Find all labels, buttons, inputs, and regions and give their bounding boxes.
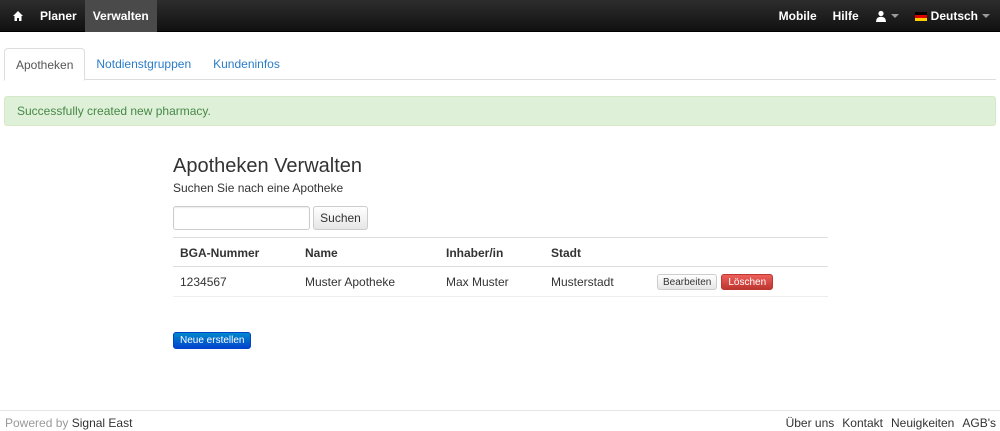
nav-left: Planer Verwalten xyxy=(0,0,157,32)
edit-button[interactable]: Bearbeiten xyxy=(657,274,718,290)
delete-button[interactable]: Löschen xyxy=(721,274,774,290)
nav-manage[interactable]: Verwalten xyxy=(84,0,157,32)
header-city: Stadt xyxy=(551,246,581,260)
page-subtitle: Suchen Sie nach eine Apotheke xyxy=(173,181,344,195)
tab-kundeninfos[interactable]: Kundeninfos xyxy=(202,48,291,80)
top-navbar: Planer Verwalten Mobile Hilfe Deutsch xyxy=(0,0,1000,32)
tab-notdienstgruppen[interactable]: Notdienstgruppen xyxy=(85,48,202,80)
footer-credit: Powered by Signal East xyxy=(5,416,132,430)
cell-name: Muster Apotheke xyxy=(305,275,396,289)
user-menu[interactable] xyxy=(867,0,907,32)
nav-mobile[interactable]: Mobile xyxy=(771,0,825,32)
powered-by-label: Powered by xyxy=(5,416,69,430)
row-actions: Bearbeiten Löschen xyxy=(657,267,774,297)
home-icon xyxy=(13,11,23,21)
home-nav[interactable] xyxy=(0,0,32,32)
header-name: Name xyxy=(305,246,338,260)
footer-link-contact[interactable]: Kontakt xyxy=(842,416,883,430)
cell-owner: Max Muster xyxy=(446,275,509,289)
tab-bar: Apotheken Notdienstgruppen Kundeninfos xyxy=(4,48,996,81)
success-alert: Successfully created new pharmacy. xyxy=(4,96,996,126)
create-new-button[interactable]: Neue erstellen xyxy=(173,332,252,349)
search-input[interactable] xyxy=(173,206,310,230)
pharmacy-table: BGA-Nummer Name Inhaber/in Stadt 1234567… xyxy=(173,237,828,297)
page-title: Apotheken Verwalten xyxy=(173,155,363,177)
footer-links: Über uns Kontakt Neuigkeiten AGB's xyxy=(786,416,996,430)
header-owner: Inhaber/in xyxy=(446,246,504,260)
german-flag-icon xyxy=(914,11,927,21)
tab-apotheken[interactable]: Apotheken xyxy=(4,48,86,81)
user-icon xyxy=(875,10,886,22)
footer-link-terms[interactable]: AGB's xyxy=(962,416,996,430)
cell-city: Musterstadt xyxy=(551,275,614,289)
footer-link-about[interactable]: Über uns xyxy=(786,416,835,430)
cell-bga: 1234567 xyxy=(180,275,227,289)
chevron-down-icon xyxy=(890,14,899,18)
language-label: Deutsch xyxy=(930,9,978,23)
header-bga: BGA-Nummer xyxy=(180,246,260,260)
nav-help[interactable]: Hilfe xyxy=(825,0,867,32)
language-menu[interactable]: Deutsch xyxy=(907,0,1000,32)
table-row: 1234567 Muster Apotheke Max Muster Muste… xyxy=(173,267,828,297)
chevron-down-icon xyxy=(982,14,990,18)
table-header: BGA-Nummer Name Inhaber/in Stadt xyxy=(173,237,828,267)
footer-link-news[interactable]: Neuigkeiten xyxy=(891,416,954,430)
footer: Powered by Signal East Über uns Kontakt … xyxy=(0,410,1000,431)
brand-link[interactable]: Signal East xyxy=(72,416,133,430)
search-button[interactable]: Suchen xyxy=(313,206,368,230)
nav-right: Mobile Hilfe Deutsch xyxy=(771,0,1000,32)
alert-message: Successfully created new pharmacy. xyxy=(17,104,211,118)
nav-planner[interactable]: Planer xyxy=(32,0,85,32)
